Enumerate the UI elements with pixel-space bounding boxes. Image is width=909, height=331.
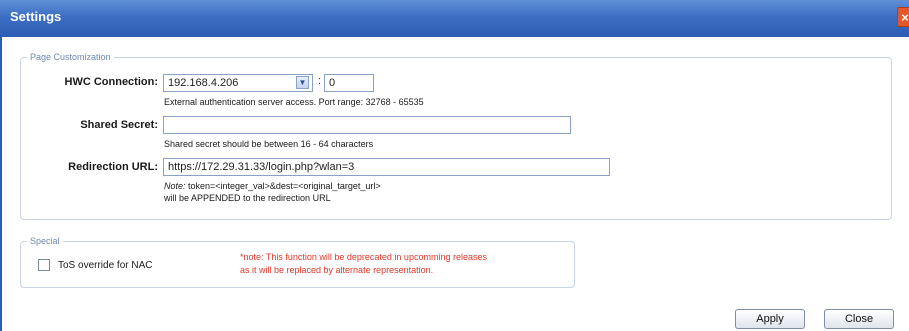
window-left-border xyxy=(0,37,2,331)
window-title: Settings xyxy=(10,9,62,24)
special-legend: Special xyxy=(30,236,60,246)
chevron-down-icon[interactable]: ▼ xyxy=(296,76,309,89)
shared-secret-label: Shared Secret: xyxy=(80,119,158,131)
hwc-connection-select[interactable]: 192.168.4.206 xyxy=(163,74,313,92)
note-line1: token=<integer_val>&dest=<original_targe… xyxy=(185,181,381,191)
hwc-connection-value: 192.168.4.206 xyxy=(168,77,239,89)
shared-secret-input[interactable] xyxy=(163,116,571,134)
tos-override-label: ToS override for NAC xyxy=(58,260,153,271)
shared-secret-hint: Shared secret should be between 16 - 64 … xyxy=(164,139,374,149)
title-bar: Settings × xyxy=(0,0,909,37)
hwc-connection-hint: External authentication server access. P… xyxy=(164,97,424,107)
hwc-port-input[interactable]: 0 xyxy=(324,74,374,92)
note-prefix: Note: xyxy=(164,181,186,191)
port-separator: : xyxy=(318,75,322,87)
close-button[interactable]: Close xyxy=(824,309,894,329)
page-customization-legend: Page Customization xyxy=(30,52,111,62)
hwc-connection-label: HWC Connection: xyxy=(64,76,158,88)
apply-button[interactable]: Apply xyxy=(735,309,805,329)
deprecation-note-line2: as it will be replaced by alternate repr… xyxy=(240,265,434,275)
close-window-button[interactable]: × xyxy=(897,7,909,27)
deprecation-note-line1: *note: This function will be deprecated … xyxy=(240,252,487,262)
redirection-url-note-line2: will be APPENDED to the redirection URL xyxy=(164,193,331,203)
redirection-url-input[interactable]: https://172.29.31.33/login.php?wlan=3 xyxy=(163,158,610,176)
redirection-url-label: Redirection URL: xyxy=(68,161,158,173)
tos-override-checkbox[interactable] xyxy=(38,259,50,271)
redirection-url-note: Note: token=<integer_val>&dest=<original… xyxy=(164,181,381,191)
